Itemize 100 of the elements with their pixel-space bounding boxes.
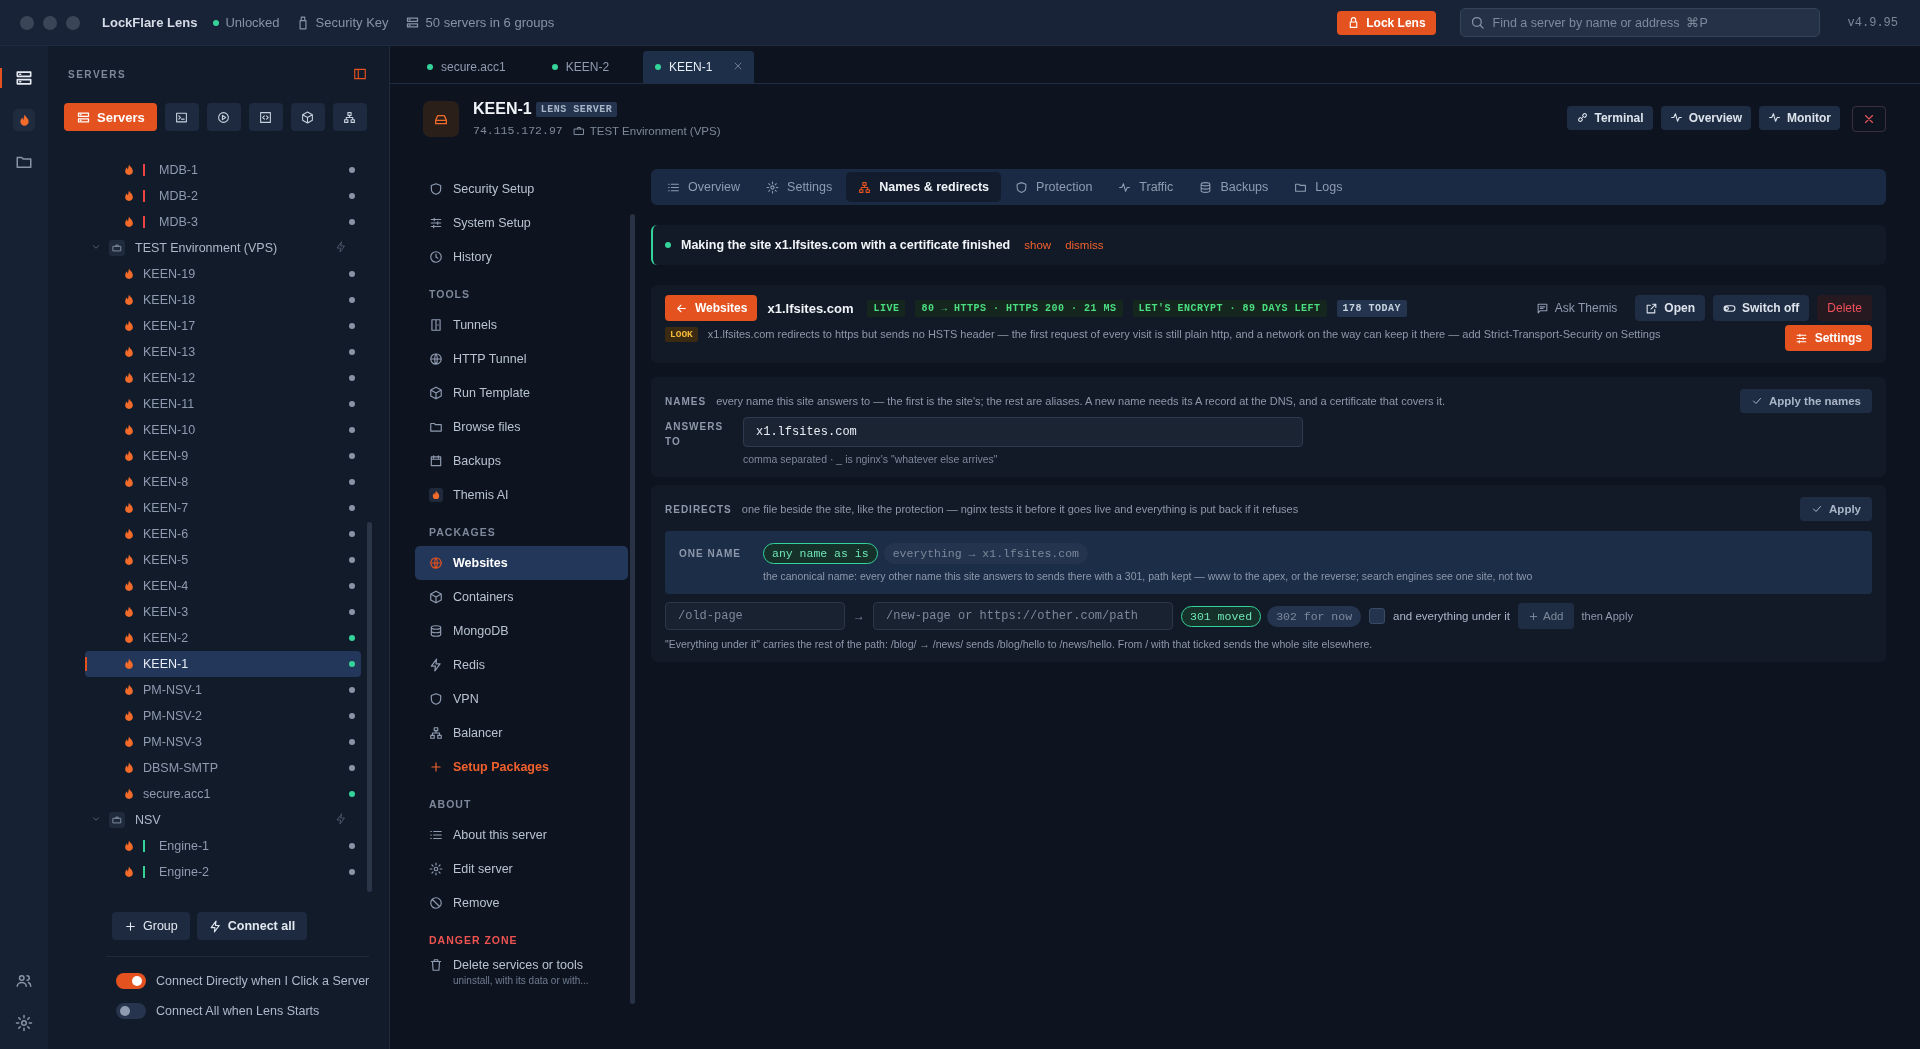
names-input[interactable]: x1.lfsites.com: [743, 417, 1303, 447]
toolbar-button[interactable]: [164, 103, 199, 131]
nav-item[interactable]: Balancer: [415, 716, 628, 750]
from-input[interactable]: /old-page: [665, 602, 845, 630]
toggle-switch[interactable]: [116, 1003, 146, 1019]
settings-button[interactable]: Settings: [1784, 325, 1872, 351]
apply-names-button[interactable]: Apply the names: [1739, 389, 1872, 413]
toolbar-button[interactable]: [206, 103, 241, 131]
nav-item[interactable]: Setup Packages: [415, 750, 628, 784]
site-action-button[interactable]: Delete: [1817, 295, 1872, 321]
server-row[interactable]: PM-NSV-2: [85, 703, 361, 729]
server-tab[interactable]: KEEN-2: [539, 51, 638, 83]
nav-item[interactable]: Run Template: [415, 376, 628, 410]
server-row[interactable]: KEEN-2: [85, 625, 361, 651]
search-field[interactable]: Find a server by name or address ⌘P: [1459, 8, 1820, 37]
group-row[interactable]: TEST Environment (VPS): [85, 235, 361, 261]
code-chip[interactable]: 302 for now: [1267, 605, 1362, 627]
server-row[interactable]: PM-NSV-3: [85, 729, 361, 755]
checkbox[interactable]: [1369, 608, 1386, 624]
server-row[interactable]: KEEN-18: [85, 287, 361, 313]
back-button[interactable]: Websites: [665, 295, 758, 321]
server-row[interactable]: DBSM-SMTP: [85, 755, 361, 781]
server-row[interactable]: KEEN-13: [85, 339, 361, 365]
scrollbar[interactable]: [630, 214, 635, 1004]
nav-item[interactable]: System Setup: [415, 206, 628, 240]
version-label: v4.9.95: [1847, 15, 1898, 30]
server-row[interactable]: KEEN-3: [85, 599, 361, 625]
apply-button[interactable]: Apply: [1800, 497, 1872, 521]
server-row[interactable]: KEEN-7: [85, 495, 361, 521]
site-action-button[interactable]: Switch off: [1713, 295, 1810, 321]
nav-item[interactable]: Backups: [415, 444, 628, 478]
option-chip[interactable]: everything → x1.lfsites.com: [883, 543, 1088, 564]
site-action-button[interactable]: Open: [1635, 295, 1705, 321]
nav-section-title: TOOLS: [428, 287, 471, 302]
play-icon: [217, 110, 231, 124]
server-row[interactable]: KEEN-11: [85, 391, 361, 417]
server-row[interactable]: KEEN-5: [85, 547, 361, 573]
nav-item[interactable]: About this server: [415, 818, 628, 852]
server-tab[interactable]: secure.acc1: [415, 51, 534, 83]
server-row[interactable]: KEEN-10: [85, 417, 361, 443]
toolbar-button[interactable]: [290, 103, 325, 131]
nav-item[interactable]: Browse files: [415, 410, 628, 444]
toolbar-button[interactable]: Servers: [64, 103, 157, 131]
content-tab[interactable]: Settings: [754, 172, 845, 202]
toolbar-button[interactable]: [332, 103, 367, 131]
server-row[interactable]: KEEN-9: [85, 443, 361, 469]
server-tab[interactable]: KEEN-1: [643, 51, 755, 83]
notice-link[interactable]: dismiss: [1065, 239, 1104, 251]
nav-item[interactable]: VPN: [415, 682, 628, 716]
server-row[interactable]: KEEN-17: [85, 313, 361, 339]
nav-item[interactable]: Themis AI: [415, 478, 628, 512]
content-tab[interactable]: Backups: [1187, 172, 1281, 202]
content-tab[interactable]: Logs: [1282, 172, 1355, 202]
nav-item[interactable]: Containers: [415, 580, 628, 614]
nav-item[interactable]: Edit server: [415, 852, 628, 886]
nav-item[interactable]: HTTP Tunnel: [415, 342, 628, 376]
add-group-button[interactable]: Group: [112, 912, 190, 940]
nav-item[interactable]: Security Setup: [415, 172, 628, 206]
option-chip[interactable]: any name as is: [763, 543, 878, 564]
content-tab[interactable]: Overview: [655, 172, 753, 202]
header-button[interactable]: Terminal: [1566, 105, 1653, 130]
toggle-switch[interactable]: [116, 973, 146, 989]
scrollbar[interactable]: [367, 522, 372, 892]
server-row[interactable]: KEEN-6: [85, 521, 361, 547]
nav-item[interactable]: History: [415, 240, 628, 274]
notice-link[interactable]: show: [1024, 239, 1052, 251]
server-row[interactable]: KEEN-19: [85, 261, 361, 287]
server-row[interactable]: MDB-2: [85, 183, 361, 209]
server-row[interactable]: Engine-2: [85, 859, 361, 885]
nav-item[interactable]: Tunnels: [415, 308, 628, 342]
nav-item[interactable]: Remove: [415, 886, 628, 920]
site-action-button[interactable]: Ask Themis: [1525, 295, 1628, 321]
server-row[interactable]: MDB-3: [85, 209, 361, 235]
hierarchy-icon: [343, 110, 357, 124]
server-row[interactable]: Engine-1: [85, 833, 361, 859]
add-button[interactable]: Add: [1518, 603, 1574, 629]
content-tab[interactable]: Traffic: [1106, 172, 1186, 202]
content-tab[interactable]: Protection: [1003, 172, 1105, 202]
nav-item[interactable]: Delete services or tools uninstall, with its data or with...: [415, 954, 628, 994]
flame-icon: [123, 346, 135, 358]
to-input[interactable]: /new-page or https://other.com/path: [873, 602, 1173, 630]
connect-all-button[interactable]: Connect all: [196, 912, 308, 940]
code-chip[interactable]: 301 moved: [1181, 605, 1262, 627]
server-row[interactable]: PM-NSV-1: [85, 677, 361, 703]
server-row[interactable]: KEEN-1: [85, 651, 361, 677]
nav-item[interactable]: Redis: [415, 648, 628, 682]
flame-icon: [123, 502, 135, 514]
toolbar-button[interactable]: [248, 103, 283, 131]
server-row[interactable]: KEEN-12: [85, 365, 361, 391]
nav-item[interactable]: Websites: [415, 546, 628, 580]
nav-item[interactable]: MongoDB: [415, 614, 628, 648]
server-row[interactable]: KEEN-8: [85, 469, 361, 495]
server-row[interactable]: KEEN-4: [85, 573, 361, 599]
header-button[interactable]: Overview: [1660, 105, 1751, 130]
server-row[interactable]: MDB-1: [85, 157, 361, 183]
group-row[interactable]: NSV: [85, 807, 361, 833]
header-button[interactable]: Monitor: [1759, 105, 1840, 130]
content-tab[interactable]: Names & redirects: [846, 172, 1002, 202]
server-row[interactable]: secure.acc1: [85, 781, 361, 807]
lock-button[interactable]: Lock Lens: [1337, 10, 1436, 35]
